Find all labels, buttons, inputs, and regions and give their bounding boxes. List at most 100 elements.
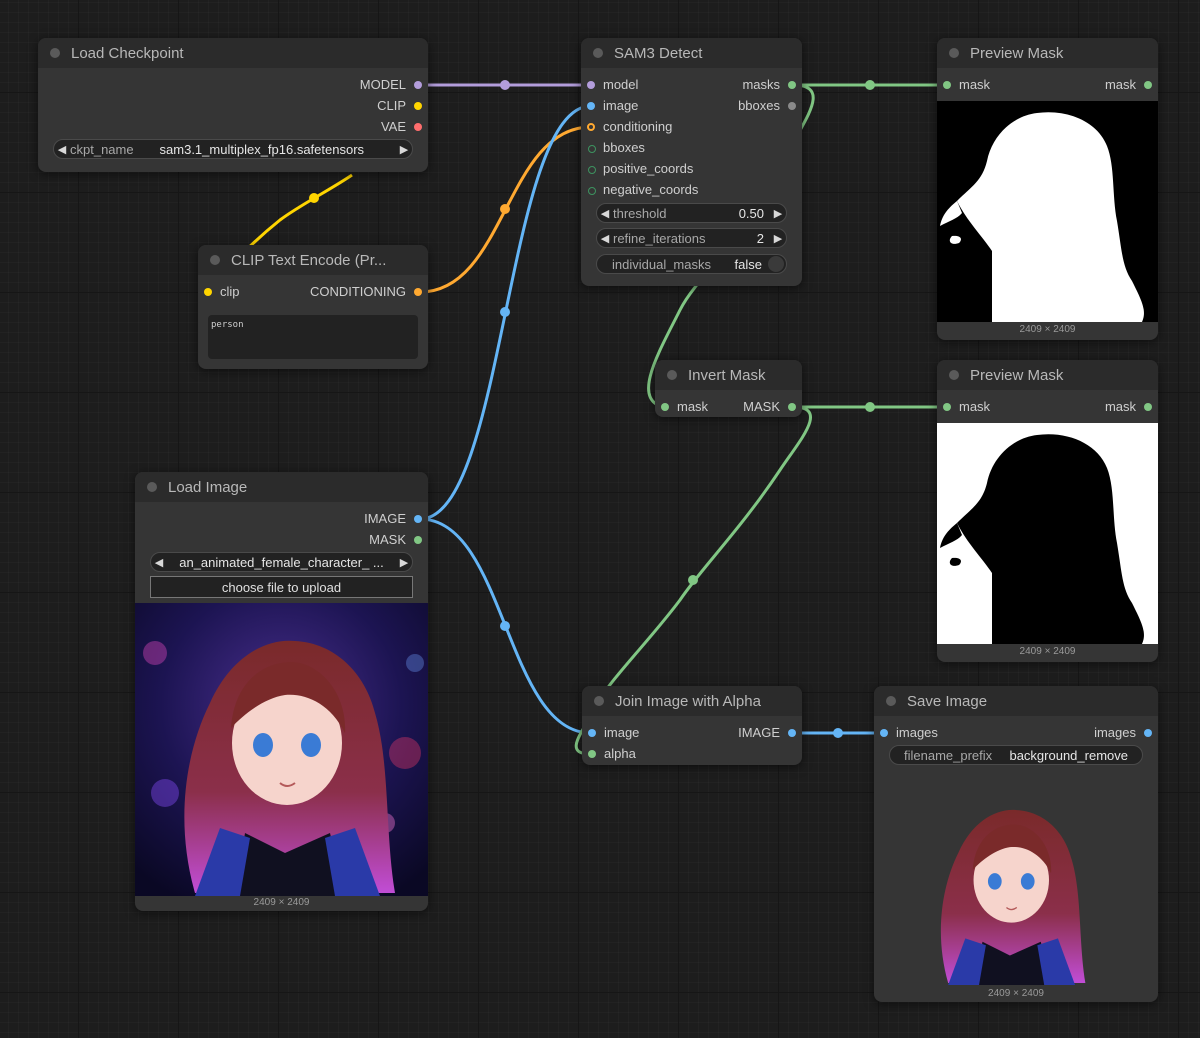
- input-port-conditioning[interactable]: [587, 123, 595, 131]
- preview-mask-node-2[interactable]: Preview Mask mask mask 2409 × 2409: [937, 360, 1158, 662]
- node-title: CLIP Text Encode (Pr...: [231, 251, 387, 269]
- link-model-midpoint[interactable]: [500, 80, 510, 90]
- combo-left-arrow-icon[interactable]: ◀: [151, 556, 167, 569]
- increment-arrow-icon[interactable]: ▶: [770, 207, 786, 220]
- link-join-to-save-midpoint[interactable]: [833, 728, 843, 738]
- link-image-to-join[interactable]: [419, 517, 592, 735]
- input-label-positive-coords: positive_coords: [603, 161, 694, 176]
- widget-value: background_remove: [1009, 747, 1128, 763]
- link-image-to-join-midpoint[interactable]: [500, 621, 510, 631]
- node-title: Save Image: [907, 692, 988, 710]
- load-checkpoint-node[interactable]: Load Checkpoint MODEL CLIP VAE ◀ ckpt_na…: [38, 38, 428, 172]
- widget-value: false: [734, 256, 762, 272]
- prompt-textarea[interactable]: person: [208, 315, 418, 359]
- output-port-vae[interactable]: [414, 123, 422, 131]
- node-title: Join Image with Alpha: [615, 692, 761, 710]
- output-port-conditioning[interactable]: [414, 288, 422, 296]
- input-port-positive-coords[interactable]: [588, 166, 596, 174]
- node-title-bar[interactable]: Join Image with Alpha: [582, 686, 802, 716]
- output-port-bboxes[interactable]: [788, 102, 796, 110]
- output-port-image[interactable]: [414, 515, 422, 523]
- node-title: SAM3 Detect: [614, 44, 703, 62]
- refine-iterations-number-widget[interactable]: ◀ refine_iterations 2 ▶: [596, 228, 787, 248]
- node-title: Load Image: [168, 478, 248, 496]
- node-title-bar[interactable]: CLIP Text Encode (Pr...: [198, 245, 428, 275]
- node-status-dot: [593, 48, 603, 58]
- output-port-mask[interactable]: [1144, 403, 1152, 411]
- output-label-model: MODEL: [359, 77, 406, 92]
- decrement-arrow-icon[interactable]: ◀: [597, 232, 613, 245]
- node-title-bar[interactable]: Preview Mask: [937, 360, 1158, 390]
- combo-right-arrow-icon[interactable]: ▶: [396, 143, 412, 156]
- input-label-image: image: [604, 725, 640, 740]
- link-image-to-sam-midpoint[interactable]: [500, 307, 510, 317]
- output-port-model[interactable]: [414, 81, 422, 89]
- node-title: Preview Mask: [970, 44, 1064, 62]
- clip-text-encode-node[interactable]: CLIP Text Encode (Pr... clip CONDITIONIN…: [198, 245, 428, 369]
- input-port-image[interactable]: [587, 102, 595, 110]
- output-label-image: IMAGE: [738, 725, 780, 740]
- link-masks-to-preview-midpoint[interactable]: [865, 80, 875, 90]
- node-title-bar[interactable]: Load Image: [135, 472, 428, 502]
- invert-mask-node[interactable]: Invert Mask mask MASK: [655, 360, 802, 417]
- image-dimensions: 2409 × 2409: [253, 897, 310, 908]
- input-port-negative-coords[interactable]: [588, 187, 596, 195]
- input-port-clip[interactable]: [204, 288, 212, 296]
- join-image-alpha-node[interactable]: Join Image with Alpha image alpha IMAGE: [582, 686, 802, 765]
- decrement-arrow-icon[interactable]: ◀: [597, 207, 613, 220]
- output-port-mask[interactable]: [788, 403, 796, 411]
- input-port-alpha[interactable]: [588, 750, 596, 758]
- node-title-bar[interactable]: Invert Mask: [655, 360, 802, 390]
- input-label-model: model: [603, 77, 639, 92]
- input-port-images[interactable]: [880, 729, 888, 737]
- node-title-bar[interactable]: Save Image: [874, 686, 1158, 716]
- input-label-clip: clip: [220, 284, 240, 299]
- output-port-image[interactable]: [788, 729, 796, 737]
- input-label-images: images: [896, 725, 938, 740]
- widget-label: ckpt_name: [70, 141, 134, 157]
- ckpt-name-combo[interactable]: ◀ ckpt_name sam3.1_multiplex_fp16.safete…: [53, 139, 413, 159]
- filename-prefix-text-widget[interactable]: filename_prefix background_remove: [889, 745, 1143, 765]
- combo-left-arrow-icon[interactable]: ◀: [54, 143, 70, 156]
- output-port-mask[interactable]: [414, 536, 422, 544]
- mask-preview-image: [937, 101, 1158, 322]
- image-dimensions: 2409 × 2409: [1019, 646, 1076, 657]
- increment-arrow-icon[interactable]: ▶: [770, 232, 786, 245]
- input-port-mask[interactable]: [943, 403, 951, 411]
- node-title-bar[interactable]: Load Checkpoint: [38, 38, 428, 68]
- node-title-bar[interactable]: SAM3 Detect: [581, 38, 802, 68]
- input-port-mask[interactable]: [661, 403, 669, 411]
- input-port-mask[interactable]: [943, 81, 951, 89]
- load-image-node[interactable]: Load Image IMAGE MASK ◀ an_animated_fema…: [135, 472, 428, 911]
- input-label-image: image: [603, 98, 639, 113]
- save-image-node[interactable]: Save Image images images filename_prefix…: [874, 686, 1158, 1002]
- image-combo[interactable]: ◀ an_animated_female_character_ ... ▶: [150, 552, 413, 572]
- individual-masks-toggle[interactable]: individual_masks false: [596, 254, 787, 274]
- link-invert-to-preview-midpoint[interactable]: [865, 402, 875, 412]
- threshold-number-widget[interactable]: ◀ threshold 0.50 ▶: [596, 203, 787, 223]
- widget-label: individual_masks: [612, 256, 711, 272]
- input-port-model[interactable]: [587, 81, 595, 89]
- toggle-knob-icon: [768, 256, 784, 272]
- output-port-masks[interactable]: [788, 81, 796, 89]
- input-port-bboxes[interactable]: [588, 145, 596, 153]
- input-port-image[interactable]: [588, 729, 596, 737]
- link-invert-to-join-midpoint[interactable]: [688, 575, 698, 585]
- output-port-images[interactable]: [1144, 729, 1152, 737]
- upload-button[interactable]: choose file to upload: [150, 576, 413, 598]
- output-port-mask[interactable]: [1144, 81, 1152, 89]
- link-conditioning[interactable]: [419, 125, 592, 294]
- image-dimensions: 2409 × 2409: [988, 988, 1044, 999]
- node-status-dot: [886, 696, 896, 706]
- link-image-to-sam[interactable]: [419, 104, 592, 521]
- widget-value: an_animated_female_character_ ...: [179, 554, 384, 570]
- combo-right-arrow-icon[interactable]: ▶: [396, 556, 412, 569]
- link-clip-midpoint[interactable]: [309, 193, 319, 203]
- node-title-bar[interactable]: Preview Mask: [937, 38, 1158, 68]
- link-conditioning-midpoint[interactable]: [500, 204, 510, 214]
- sam3-detect-node[interactable]: SAM3 Detect model image conditioning bbo…: [581, 38, 802, 286]
- preview-mask-node-1[interactable]: Preview Mask mask mask 2409 × 2409: [937, 38, 1158, 340]
- widget-label: filename_prefix: [904, 747, 993, 763]
- output-port-clip[interactable]: [414, 102, 422, 110]
- output-label-mask: mask: [1104, 399, 1136, 414]
